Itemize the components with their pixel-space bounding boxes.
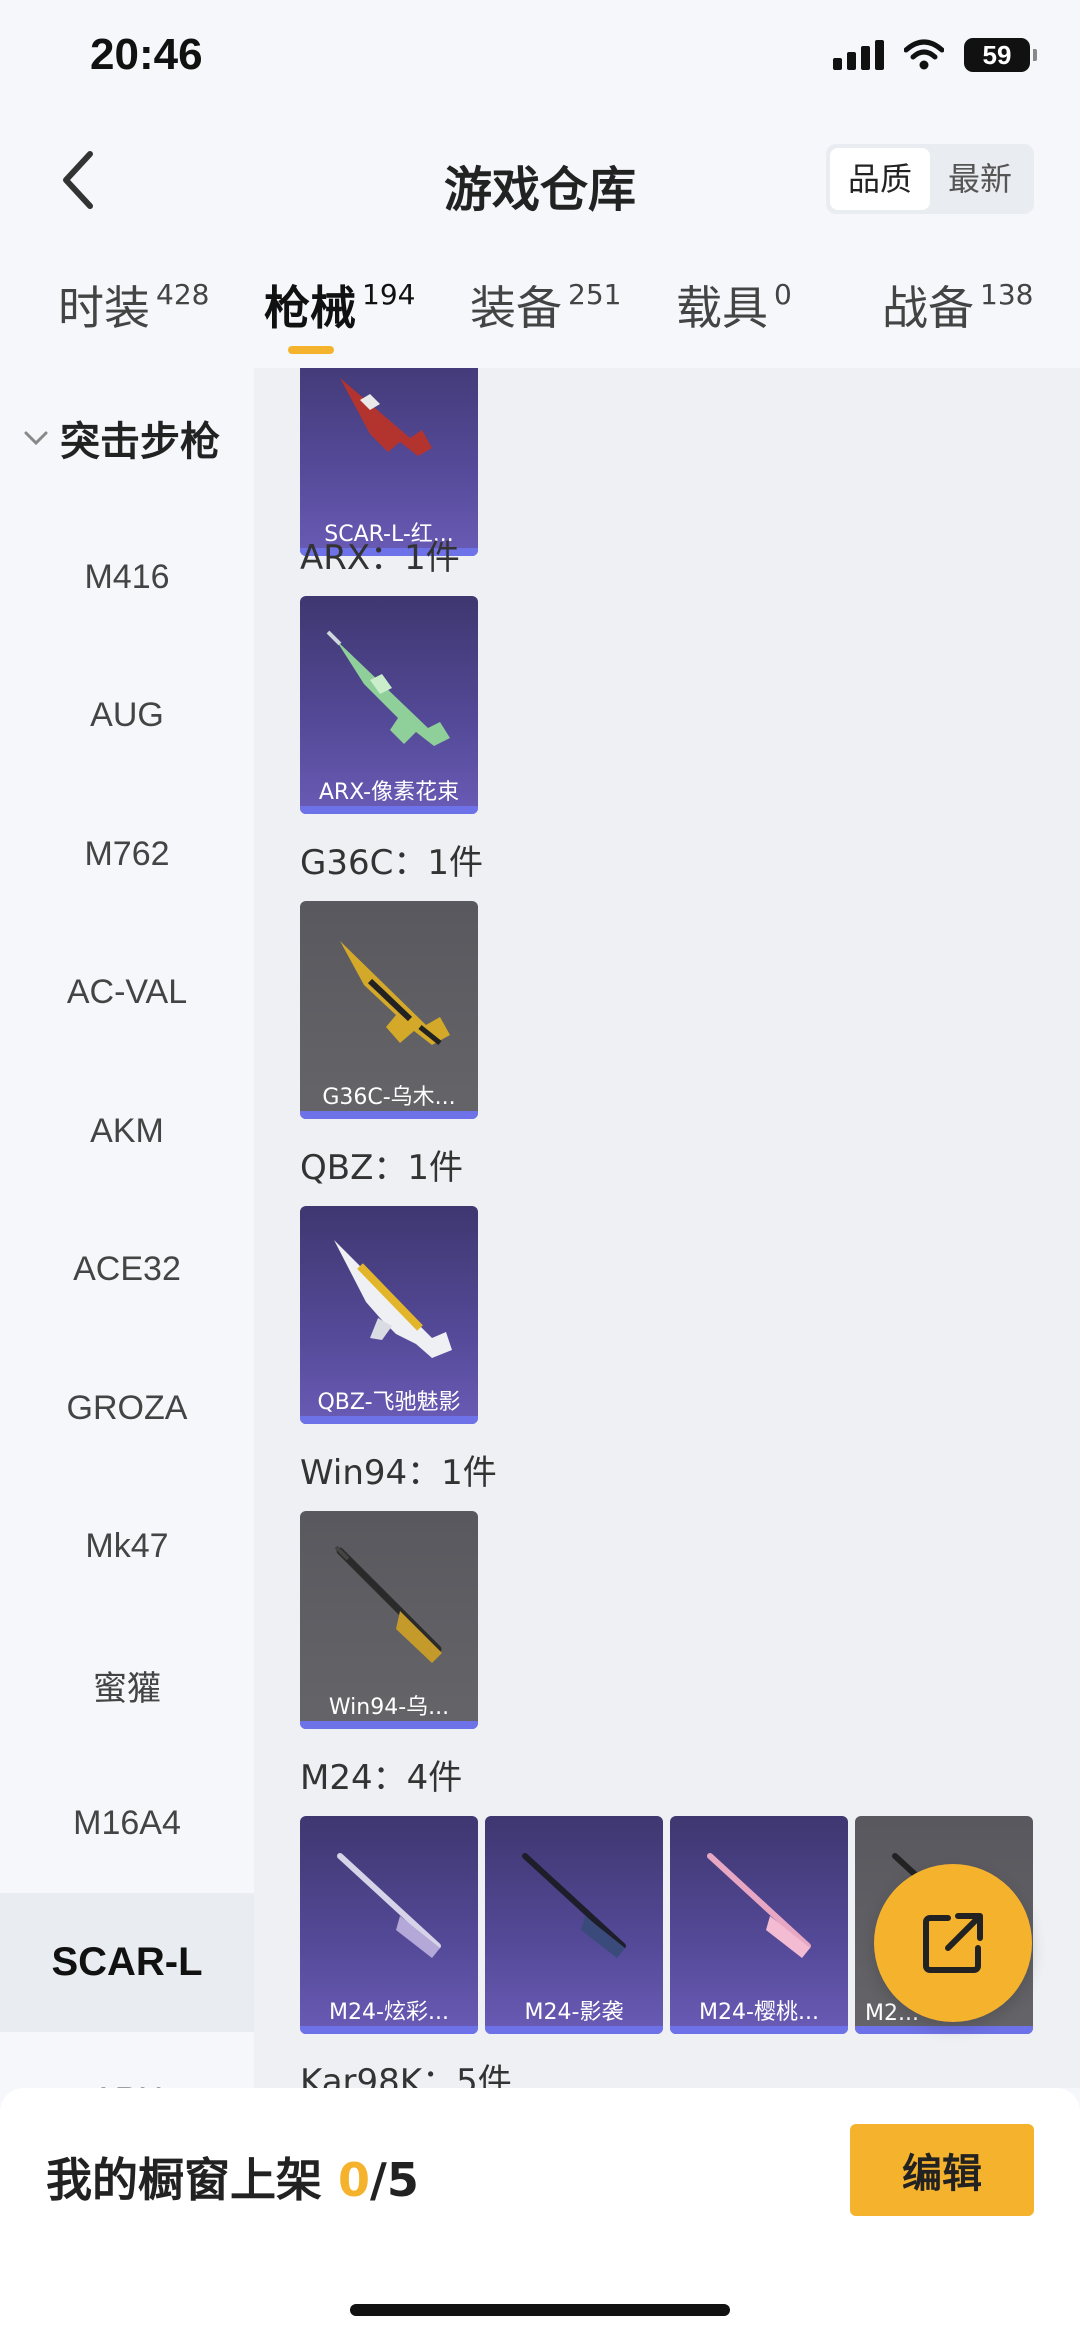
rifle-skin-icon <box>326 630 450 746</box>
sidebar-item-honey-badger[interactable]: 蜜獾 <box>0 1616 254 1755</box>
weapon-sidebar: 突击步枪 M416 AUG M762 AC-VAL AKM ACE32 GROZ… <box>0 368 254 2088</box>
tab-count: 194 <box>362 277 416 311</box>
tab-vehicles[interactable]: 载具 0 <box>676 272 792 352</box>
rifle-skin-icon <box>337 1853 441 1958</box>
sidebar-item-akm[interactable]: AKM <box>0 1062 254 1201</box>
skin-name: ARX-像素花束 <box>318 780 460 805</box>
quality-bar <box>300 806 478 814</box>
tab-label: 时装 <box>58 281 150 335</box>
skin-card[interactable]: M24-樱桃... <box>670 1816 848 2034</box>
showcase-total: /5 <box>370 2153 419 2207</box>
sidebar-item-m416[interactable]: M416 <box>0 508 254 647</box>
skin-card[interactable]: SCAR-L-红... <box>300 368 478 556</box>
tab-label: 装备 <box>470 281 562 335</box>
status-icons: 59 <box>833 38 1037 72</box>
showcase-bar: 我的橱窗上架 0/5 编辑 <box>0 2088 1080 2339</box>
sidebar-category-header[interactable]: 突击步枪 <box>0 368 254 508</box>
chevron-down-icon <box>24 431 48 446</box>
sidebar-item-ac-val[interactable]: AC-VAL <box>0 924 254 1063</box>
tab-count: 138 <box>980 277 1034 311</box>
sort-toggle: 品质 最新 <box>826 144 1034 214</box>
quality-bar <box>485 2026 663 2034</box>
active-tab-indicator <box>288 346 334 354</box>
skin-name: QBZ-飞驰魅影 <box>317 1390 461 1415</box>
category-tabs: 时装 428 枪械 194 装备 251 载具 0 战备 138 <box>0 240 1080 368</box>
rifle-skin-icon <box>707 1853 811 1958</box>
skin-card[interactable]: G36C-乌木... <box>300 901 478 1119</box>
weapon-group-label: Kar98K：5件 <box>300 2062 512 2088</box>
skin-card[interactable]: M24-炫彩... <box>300 1816 478 2034</box>
weapon-group-label: QBZ：1件 <box>300 1148 464 1188</box>
skin-name: G36C-乌木... <box>322 1085 456 1110</box>
share-button[interactable] <box>874 1864 1032 2022</box>
tab-count: 0 <box>774 277 792 311</box>
rifle-skin-icon <box>340 378 432 456</box>
sidebar-item-m16a4[interactable]: M16A4 <box>0 1755 254 1894</box>
skin-card[interactable]: QBZ-飞驰魅影 <box>300 1206 478 1424</box>
showcase-label: 我的橱窗上架 <box>46 2153 322 2207</box>
skin-card[interactable]: ARX-像素花束 <box>300 596 478 814</box>
quality-bar <box>300 2026 478 2034</box>
sidebar-item-m762[interactable]: M762 <box>0 785 254 924</box>
weapon-group-label: M24：4件 <box>300 1758 463 1798</box>
tab-count: 428 <box>156 277 210 311</box>
status-time: 20:46 <box>90 30 203 79</box>
status-bar: 20:46 59 <box>0 0 1080 120</box>
wifi-icon <box>904 39 944 70</box>
quality-bar <box>300 1416 478 1424</box>
skin-card[interactable]: Win94-乌... <box>300 1511 478 1729</box>
weapon-group-label: Win94：1件 <box>300 1453 497 1493</box>
sort-quality-button[interactable]: 品质 <box>830 148 930 210</box>
weapon-group-label: ARX：1件 <box>300 538 460 578</box>
quality-bar <box>855 2026 1033 2034</box>
quality-bar <box>300 1111 478 1119</box>
tab-fashion[interactable]: 时装 428 <box>58 272 209 352</box>
tab-firearms[interactable]: 枪械 194 <box>264 272 416 354</box>
sidebar-item-aug[interactable]: AUG <box>0 647 254 786</box>
tab-supplies[interactable]: 战备 138 <box>882 272 1033 352</box>
home-indicator[interactable] <box>350 2304 730 2316</box>
rifle-skin-icon <box>522 1853 626 1958</box>
header: 游戏仓库 品质 最新 <box>0 120 1080 240</box>
battery-icon: 59 <box>964 38 1037 72</box>
skin-card[interactable]: M24-影袭 <box>485 1816 663 2034</box>
weapon-skin-list: SCAR-L-红... ARX：1件 ARX-像素花束 G36C：1件 G36C… <box>254 368 1080 2088</box>
external-link-icon <box>923 1913 983 1973</box>
edit-button[interactable]: 编辑 <box>850 2124 1034 2216</box>
rifle-skin-icon <box>334 1545 442 1663</box>
rifle-skin-icon <box>340 941 450 1045</box>
skin-name: Win94-乌... <box>328 1695 450 1720</box>
back-button[interactable] <box>48 148 108 212</box>
skin-name: M24-炫彩... <box>329 2000 449 2025</box>
weapon-group-label: G36C：1件 <box>300 843 483 883</box>
cellular-signal-icon <box>833 40 884 70</box>
sidebar-category-label: 突击步枪 <box>60 419 220 465</box>
sidebar-item-mk47[interactable]: Mk47 <box>0 1478 254 1617</box>
sidebar-item-ace32[interactable]: ACE32 <box>0 1201 254 1340</box>
skin-name: M24-樱桃... <box>699 2000 819 2025</box>
tab-equipment[interactable]: 装备 251 <box>470 272 621 352</box>
sidebar-item-scar-l[interactable]: SCAR-L <box>0 1893 254 2032</box>
sidebar-item-groza[interactable]: GROZA <box>0 1339 254 1478</box>
tab-label: 载具 <box>676 281 768 335</box>
rifle-skin-icon <box>334 1240 452 1358</box>
tab-label: 战备 <box>882 281 974 335</box>
quality-bar <box>670 2026 848 2034</box>
sort-newest-button[interactable]: 最新 <box>930 148 1030 210</box>
skin-name: M24-影袭 <box>524 2000 624 2025</box>
quality-bar <box>300 1721 478 1729</box>
showcase-status: 我的橱窗上架 0/5 <box>46 2144 419 2210</box>
tab-label: 枪械 <box>264 281 356 335</box>
showcase-current-count: 0 <box>338 2153 371 2207</box>
sidebar-item-arx[interactable]: ARX <box>0 2032 254 2088</box>
chevron-left-icon <box>63 151 93 209</box>
tab-count: 251 <box>568 277 622 311</box>
